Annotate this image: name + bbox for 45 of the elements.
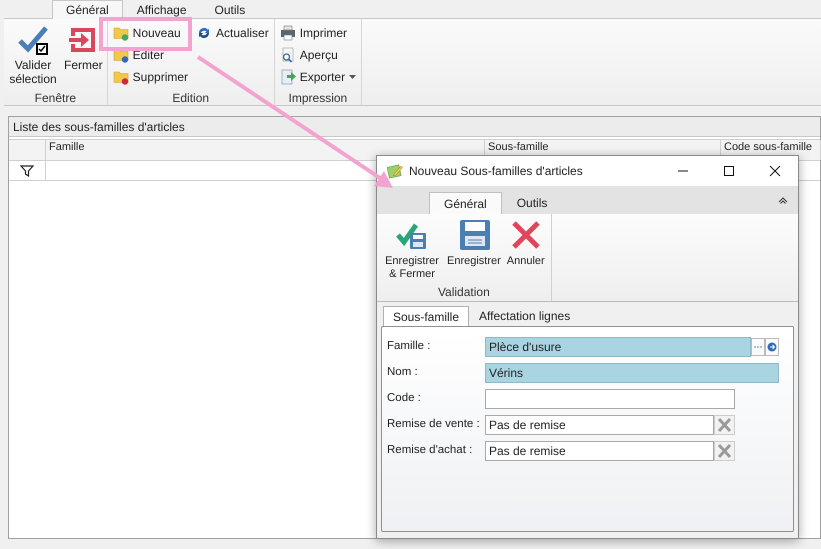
folder-delete-icon: [112, 69, 129, 85]
field-label: Famille :: [386, 339, 432, 354]
ribbon-button[interactable]: Valider sélection: [6, 22, 60, 86]
magnifier-icon: [280, 47, 296, 63]
ribbon-button[interactable]: Actualiser: [193, 22, 272, 44]
group-label: Fenêtre: [34, 90, 78, 105]
input-field[interactable]: Pas de remise: [485, 441, 714, 461]
folder-add-icon: [112, 25, 129, 41]
ribbon-button[interactable]: Enregistrer: [447, 219, 501, 283]
field-label: Nom :: [386, 365, 419, 380]
ribbon-button[interactable]: Supprimer: [110, 66, 192, 88]
input-field[interactable]: Pas de remise: [485, 415, 714, 435]
field-label: Remise de vente :: [386, 417, 481, 432]
input-field[interactable]: Vérins: [485, 363, 779, 383]
ribbon-tab[interactable]: Affichage: [122, 0, 201, 19]
notepad-pencil-icon: [387, 163, 403, 179]
page-tab[interactable]: Sous-famille: [383, 306, 470, 326]
group-label: Impression: [288, 90, 348, 105]
ribbon-button[interactable]: Fermer: [62, 22, 105, 72]
printer-icon: [280, 25, 296, 41]
ribbon-button[interactable]: Enregistrer & Fermer: [383, 219, 441, 283]
ribbon-button[interactable]: Annuler: [506, 219, 545, 283]
panel-title: Liste des sous-familles d'articles: [9, 117, 820, 137]
group-label: Edition: [171, 90, 210, 105]
field-label: Remise d'achat :: [386, 443, 474, 458]
window-title: Nouveau Sous-familles d'articles: [409, 163, 584, 180]
ribbon-tab[interactable]: Général: [429, 192, 502, 214]
filter-icon[interactable]: [20, 164, 34, 176]
ribbon-button[interactable]: Editer: [110, 44, 192, 66]
field-label: Code :: [386, 391, 422, 406]
group-label: Validation: [436, 284, 491, 301]
ribbon-tab[interactable]: Outils: [200, 0, 260, 19]
ribbon-button[interactable]: Aperçu: [276, 44, 360, 66]
ribbon-button[interactable]: Imprimer: [276, 22, 360, 44]
ribbon-tab[interactable]: Général: [52, 0, 123, 19]
ribbon-button[interactable]: Nouveau: [110, 22, 192, 44]
cross-icon: [510, 219, 542, 251]
collapse-chevron-icon[interactable]: [778, 196, 788, 204]
export-icon: [280, 69, 296, 85]
ribbon-tab[interactable]: Outils: [502, 192, 562, 214]
check-icon: [17, 24, 49, 56]
input-field[interactable]: [485, 389, 735, 409]
ribbon-button[interactable]: Exporter: [276, 66, 360, 88]
page-tab[interactable]: Affectation lignes: [469, 306, 580, 326]
lookup-field[interactable]: Plèce d'usure: [485, 337, 751, 357]
